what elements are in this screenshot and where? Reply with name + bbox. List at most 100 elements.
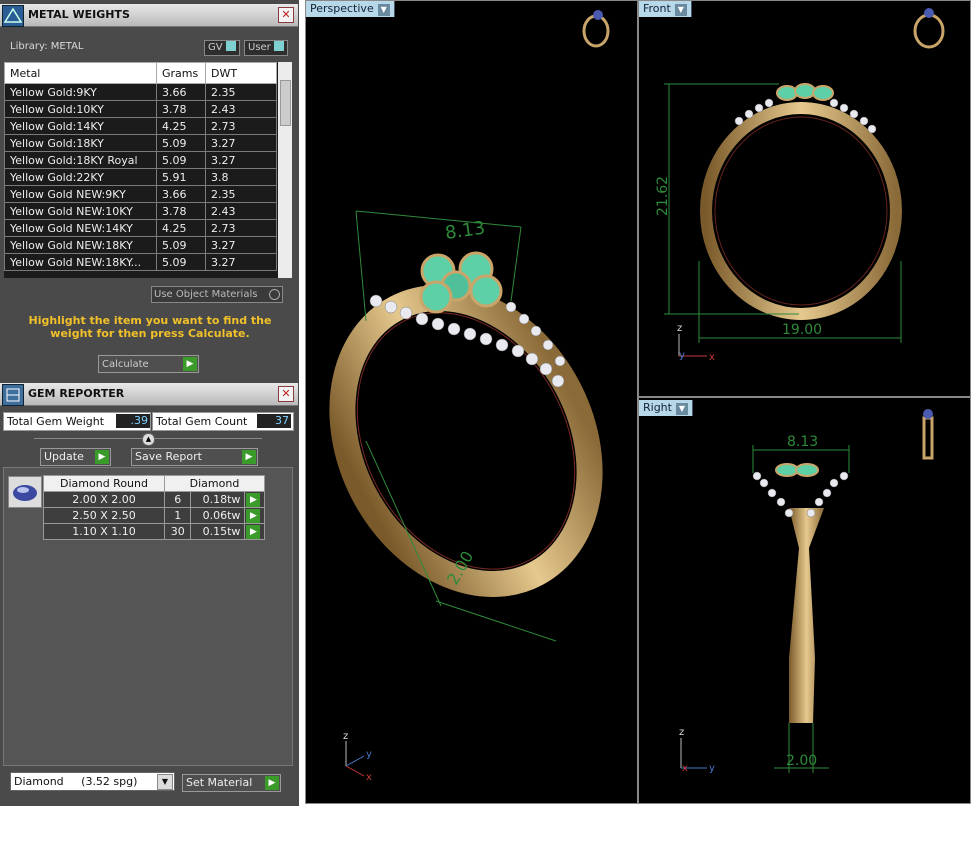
- calculate-button[interactable]: Calculate ▶: [98, 355, 199, 373]
- table-row[interactable]: Yellow Gold:18KY 5.09 3.27: [4, 134, 277, 152]
- gem-row-action[interactable]: ▶: [244, 507, 265, 524]
- chevron-down-icon[interactable]: ▼: [377, 4, 390, 16]
- scrollbar-thumb[interactable]: [280, 80, 291, 126]
- cell-grams: 5.09: [156, 253, 206, 271]
- cell-dwt: 3.27: [205, 134, 277, 152]
- toggle-gv[interactable]: GV: [204, 40, 240, 56]
- cell-grams: 5.09: [156, 236, 206, 254]
- cell-metal: Yellow Gold:18KY: [4, 134, 157, 152]
- view-cube-icon[interactable]: [922, 409, 934, 460]
- dim-width-label: 8.13: [787, 434, 818, 450]
- gem-header-type: Diamond: [164, 475, 265, 492]
- cell-metal: Yellow Gold NEW:18KY...: [4, 253, 157, 271]
- viewport-label-front[interactable]: Front ▼: [639, 1, 692, 17]
- center-gems: [776, 83, 834, 101]
- table-row[interactable]: Yellow Gold NEW:18KY... 5.09 3.27: [4, 253, 277, 271]
- perspective-label-text: Perspective: [310, 2, 374, 15]
- table-row[interactable]: Yellow Gold NEW:18KY 5.09 3.27: [4, 236, 277, 254]
- gem-row-action[interactable]: ▶: [244, 491, 265, 508]
- table-row[interactable]: Yellow Gold:18KY Royal 5.09 3.27: [4, 151, 277, 169]
- cell-metal: Yellow Gold NEW:18KY: [4, 236, 157, 254]
- material-select[interactable]: Diamond (3.52 spg) ▼: [10, 772, 175, 791]
- axis-gizmo: z y x: [677, 323, 715, 363]
- gem-weight: 0.18tw: [190, 491, 246, 508]
- view-cube-icon[interactable]: [582, 10, 610, 48]
- cell-metal: Yellow Gold NEW:14KY: [4, 219, 157, 237]
- metal-table-container: Metal Grams DWT Yellow Gold:9KY 3.66 2.35 Y…: [4, 62, 292, 278]
- diamond-round-thumbnail[interactable]: [8, 476, 42, 508]
- gem-header-shape: Diamond Round: [43, 475, 165, 492]
- total-gem-weight-label: Total Gem Weight: [7, 415, 105, 428]
- cell-grams: 3.78: [156, 202, 206, 220]
- close-icon[interactable]: ✕: [278, 386, 294, 402]
- perspective-viewport[interactable]: Perspective ▼ 8.13 2.00 z y x: [305, 0, 638, 804]
- chevron-down-icon[interactable]: ▼: [674, 4, 687, 16]
- cell-grams: 5.09: [156, 151, 206, 169]
- front-viewport[interactable]: Front ▼ 21.62 19.00 z y x: [638, 0, 971, 397]
- table-row[interactable]: Yellow Gold:9KY 3.66 2.35: [4, 83, 277, 101]
- cell-grams: 5.91: [156, 168, 206, 186]
- collapse-icon[interactable]: ▲: [142, 433, 155, 446]
- set-material-button[interactable]: Set Material ▶: [182, 774, 281, 792]
- axis-z-label: z: [677, 323, 682, 334]
- play-icon: ▶: [246, 509, 261, 523]
- perspective-render: 8.13 2.00 z y x: [329, 10, 610, 783]
- gem-row-action[interactable]: ▶: [244, 523, 265, 540]
- viewport-label-perspective[interactable]: Perspective ▼: [306, 1, 395, 17]
- instruction-text: Highlight the item you want to find the …: [28, 314, 272, 340]
- total-gem-count-label: Total Gem Count: [156, 415, 248, 428]
- toggle-user[interactable]: User: [244, 40, 288, 56]
- total-gem-count-value: 37: [257, 414, 291, 428]
- table-row[interactable]: Yellow Gold NEW:9KY 3.66 2.35: [4, 185, 277, 203]
- gem-row[interactable]: 2.50 X 2.50 1 0.06tw ▶: [43, 507, 265, 524]
- cell-metal: Yellow Gold:22KY: [4, 168, 157, 186]
- play-icon: ▶: [265, 776, 279, 790]
- right-render: 8.13 2.00 z x y: [679, 409, 934, 774]
- front-render: 21.62 19.00 z y x: [655, 8, 945, 363]
- cell-metal: Yellow Gold NEW:9KY: [4, 185, 157, 203]
- dim-height-label: 21.62: [655, 176, 671, 216]
- column-header-grams[interactable]: Grams: [156, 62, 206, 84]
- toggle-user-label: User: [248, 42, 271, 53]
- right-viewport[interactable]: Right ▼ 8.13 2.00 z x y: [638, 397, 971, 804]
- axis-gizmo: z x y: [679, 727, 715, 774]
- metal-table-scrollbar[interactable]: [278, 62, 292, 278]
- use-object-materials-label: Use Object Materials: [154, 289, 258, 300]
- view-cube-icon[interactable]: [913, 8, 945, 49]
- close-icon[interactable]: ✕: [278, 7, 294, 23]
- gem-row[interactable]: 2.00 X 2.00 6 0.18tw ▶: [43, 491, 265, 508]
- cell-grams: 5.09: [156, 134, 206, 152]
- cell-metal: Yellow Gold:9KY: [4, 83, 157, 101]
- center-gems: [775, 463, 819, 477]
- gem-size: 2.00 X 2.00: [43, 491, 165, 508]
- update-button[interactable]: Update ▶: [40, 448, 111, 466]
- chevron-down-icon[interactable]: ▼: [157, 774, 173, 790]
- set-material-label: Set Material: [186, 776, 253, 789]
- total-gem-count: Total Gem Count 37: [152, 412, 294, 431]
- update-label: Update: [44, 450, 84, 463]
- cell-metal: Yellow Gold:18KY Royal: [4, 151, 157, 169]
- table-row[interactable]: Yellow Gold:14KY 4.25 2.73: [4, 117, 277, 135]
- gem-reporter-titlebar: GEM REPORTER ✕: [0, 383, 298, 406]
- table-row[interactable]: Yellow Gold NEW:10KY 3.78 2.43: [4, 202, 277, 220]
- table-row[interactable]: Yellow Gold:10KY 3.78 2.43: [4, 100, 277, 118]
- cell-dwt: 3.27: [205, 151, 277, 169]
- table-row[interactable]: Yellow Gold NEW:14KY 4.25 2.73: [4, 219, 277, 237]
- gem-count: 30: [163, 523, 192, 540]
- axis-gizmo: z y x: [343, 731, 372, 783]
- cell-grams: 3.78: [156, 100, 206, 118]
- chevron-down-icon[interactable]: ▼: [675, 403, 688, 415]
- cell-dwt: 2.73: [205, 117, 277, 135]
- cell-dwt: 3.8: [205, 168, 277, 186]
- use-object-materials-checkbox[interactable]: Use Object Materials: [151, 286, 283, 303]
- gem-row[interactable]: 1.10 X 1.10 30 0.15tw ▶: [43, 523, 265, 540]
- column-header-metal[interactable]: Metal: [4, 62, 157, 84]
- gem-weight: 0.15tw: [190, 523, 246, 540]
- metal-weights-icon: [2, 5, 24, 27]
- column-header-dwt[interactable]: DWT: [205, 62, 277, 84]
- table-row[interactable]: Yellow Gold:22KY 5.91 3.8: [4, 168, 277, 186]
- save-report-button[interactable]: Save Report ▶: [131, 448, 258, 466]
- viewport-label-right[interactable]: Right ▼: [639, 400, 693, 416]
- metal-weights-titlebar: METAL WEIGHTS ✕: [0, 4, 298, 27]
- gem-size: 1.10 X 1.10: [43, 523, 165, 540]
